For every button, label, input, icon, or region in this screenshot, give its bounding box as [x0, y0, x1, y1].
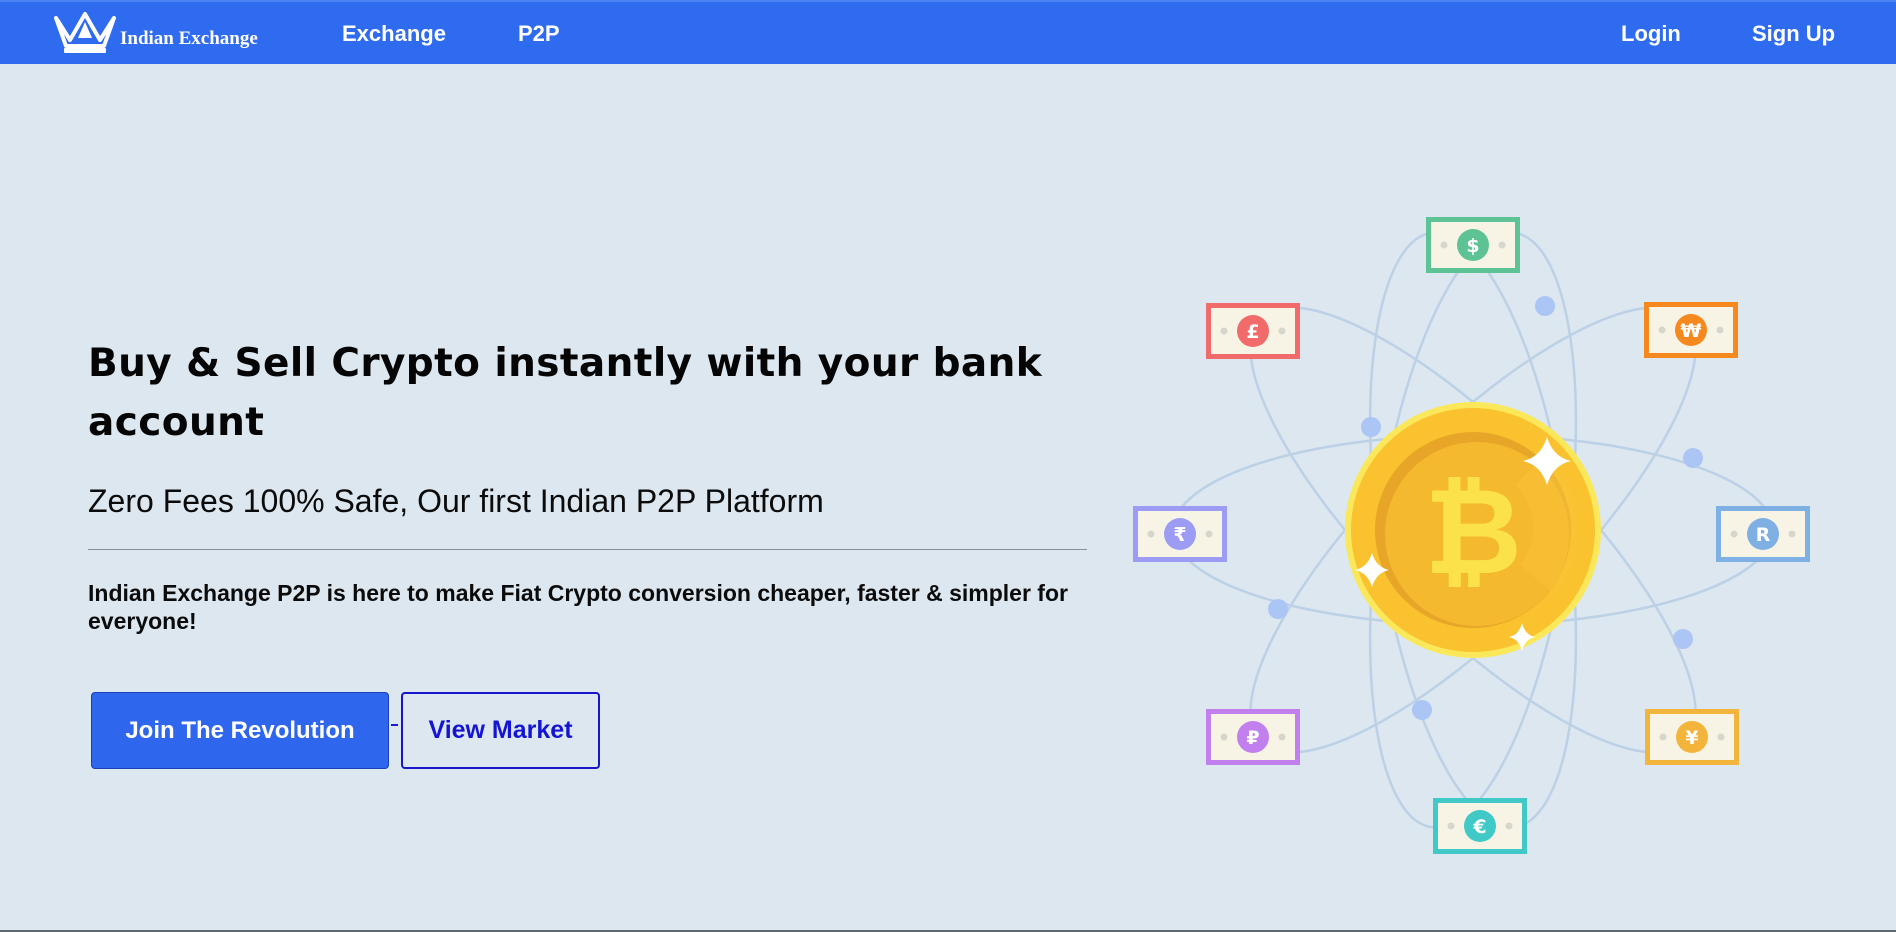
- hero-divider: [88, 549, 1087, 550]
- currency-symbol: £: [1246, 321, 1259, 343]
- button-separator: [391, 724, 398, 726]
- bitcoin-coin: ₿: [1345, 402, 1601, 658]
- view-market-button[interactable]: View Market: [401, 692, 600, 769]
- hero-title: Buy & Sell Crypto instantly with your ba…: [88, 341, 1043, 445]
- dollar-note: $: [1426, 217, 1520, 273]
- euro-note: €: [1433, 798, 1527, 854]
- brand-logo-link[interactable]: Indian Exchange: [52, 10, 258, 54]
- pound-note: £: [1206, 303, 1300, 359]
- rupee-note: ₹: [1133, 506, 1227, 562]
- currency-symbol: ₩: [1681, 320, 1702, 342]
- crown-icon: [54, 12, 116, 53]
- login-link[interactable]: Login: [1621, 21, 1681, 47]
- nav-link-p2p[interactable]: P2P: [518, 21, 560, 47]
- bitcoin-icon: ₿: [1424, 463, 1522, 602]
- top-nav: Indian Exchange Exchange P2P Login Sign …: [0, 0, 1896, 64]
- hero-subtitle: Zero Fees 100% Safe, Our first Indian P2…: [88, 483, 824, 519]
- join-revolution-button[interactable]: Join The Revolution: [91, 692, 389, 769]
- ruble-note: ₽: [1206, 709, 1300, 765]
- currency-symbol: R: [1756, 524, 1771, 546]
- currency-symbol: $: [1466, 235, 1479, 257]
- currency-symbol: ₹: [1173, 524, 1186, 546]
- yen-note: ¥: [1645, 709, 1739, 765]
- crypto-exchange-illustration: ₿ $ £ ₩ ₹ R ₽ ¥ €: [1133, 217, 1810, 854]
- hero-description: Indian Exchange P2P is here to make Fiat…: [88, 580, 1068, 634]
- currency-symbol: ₽: [1246, 727, 1259, 749]
- currency-symbol: €: [1472, 816, 1486, 838]
- won-note: ₩: [1644, 302, 1738, 358]
- rand-note: R: [1716, 506, 1810, 562]
- nav-link-exchange[interactable]: Exchange: [342, 21, 446, 47]
- brand-name: Indian Exchange: [120, 28, 258, 49]
- currency-symbol: ¥: [1685, 727, 1698, 749]
- signup-link[interactable]: Sign Up: [1752, 21, 1835, 47]
